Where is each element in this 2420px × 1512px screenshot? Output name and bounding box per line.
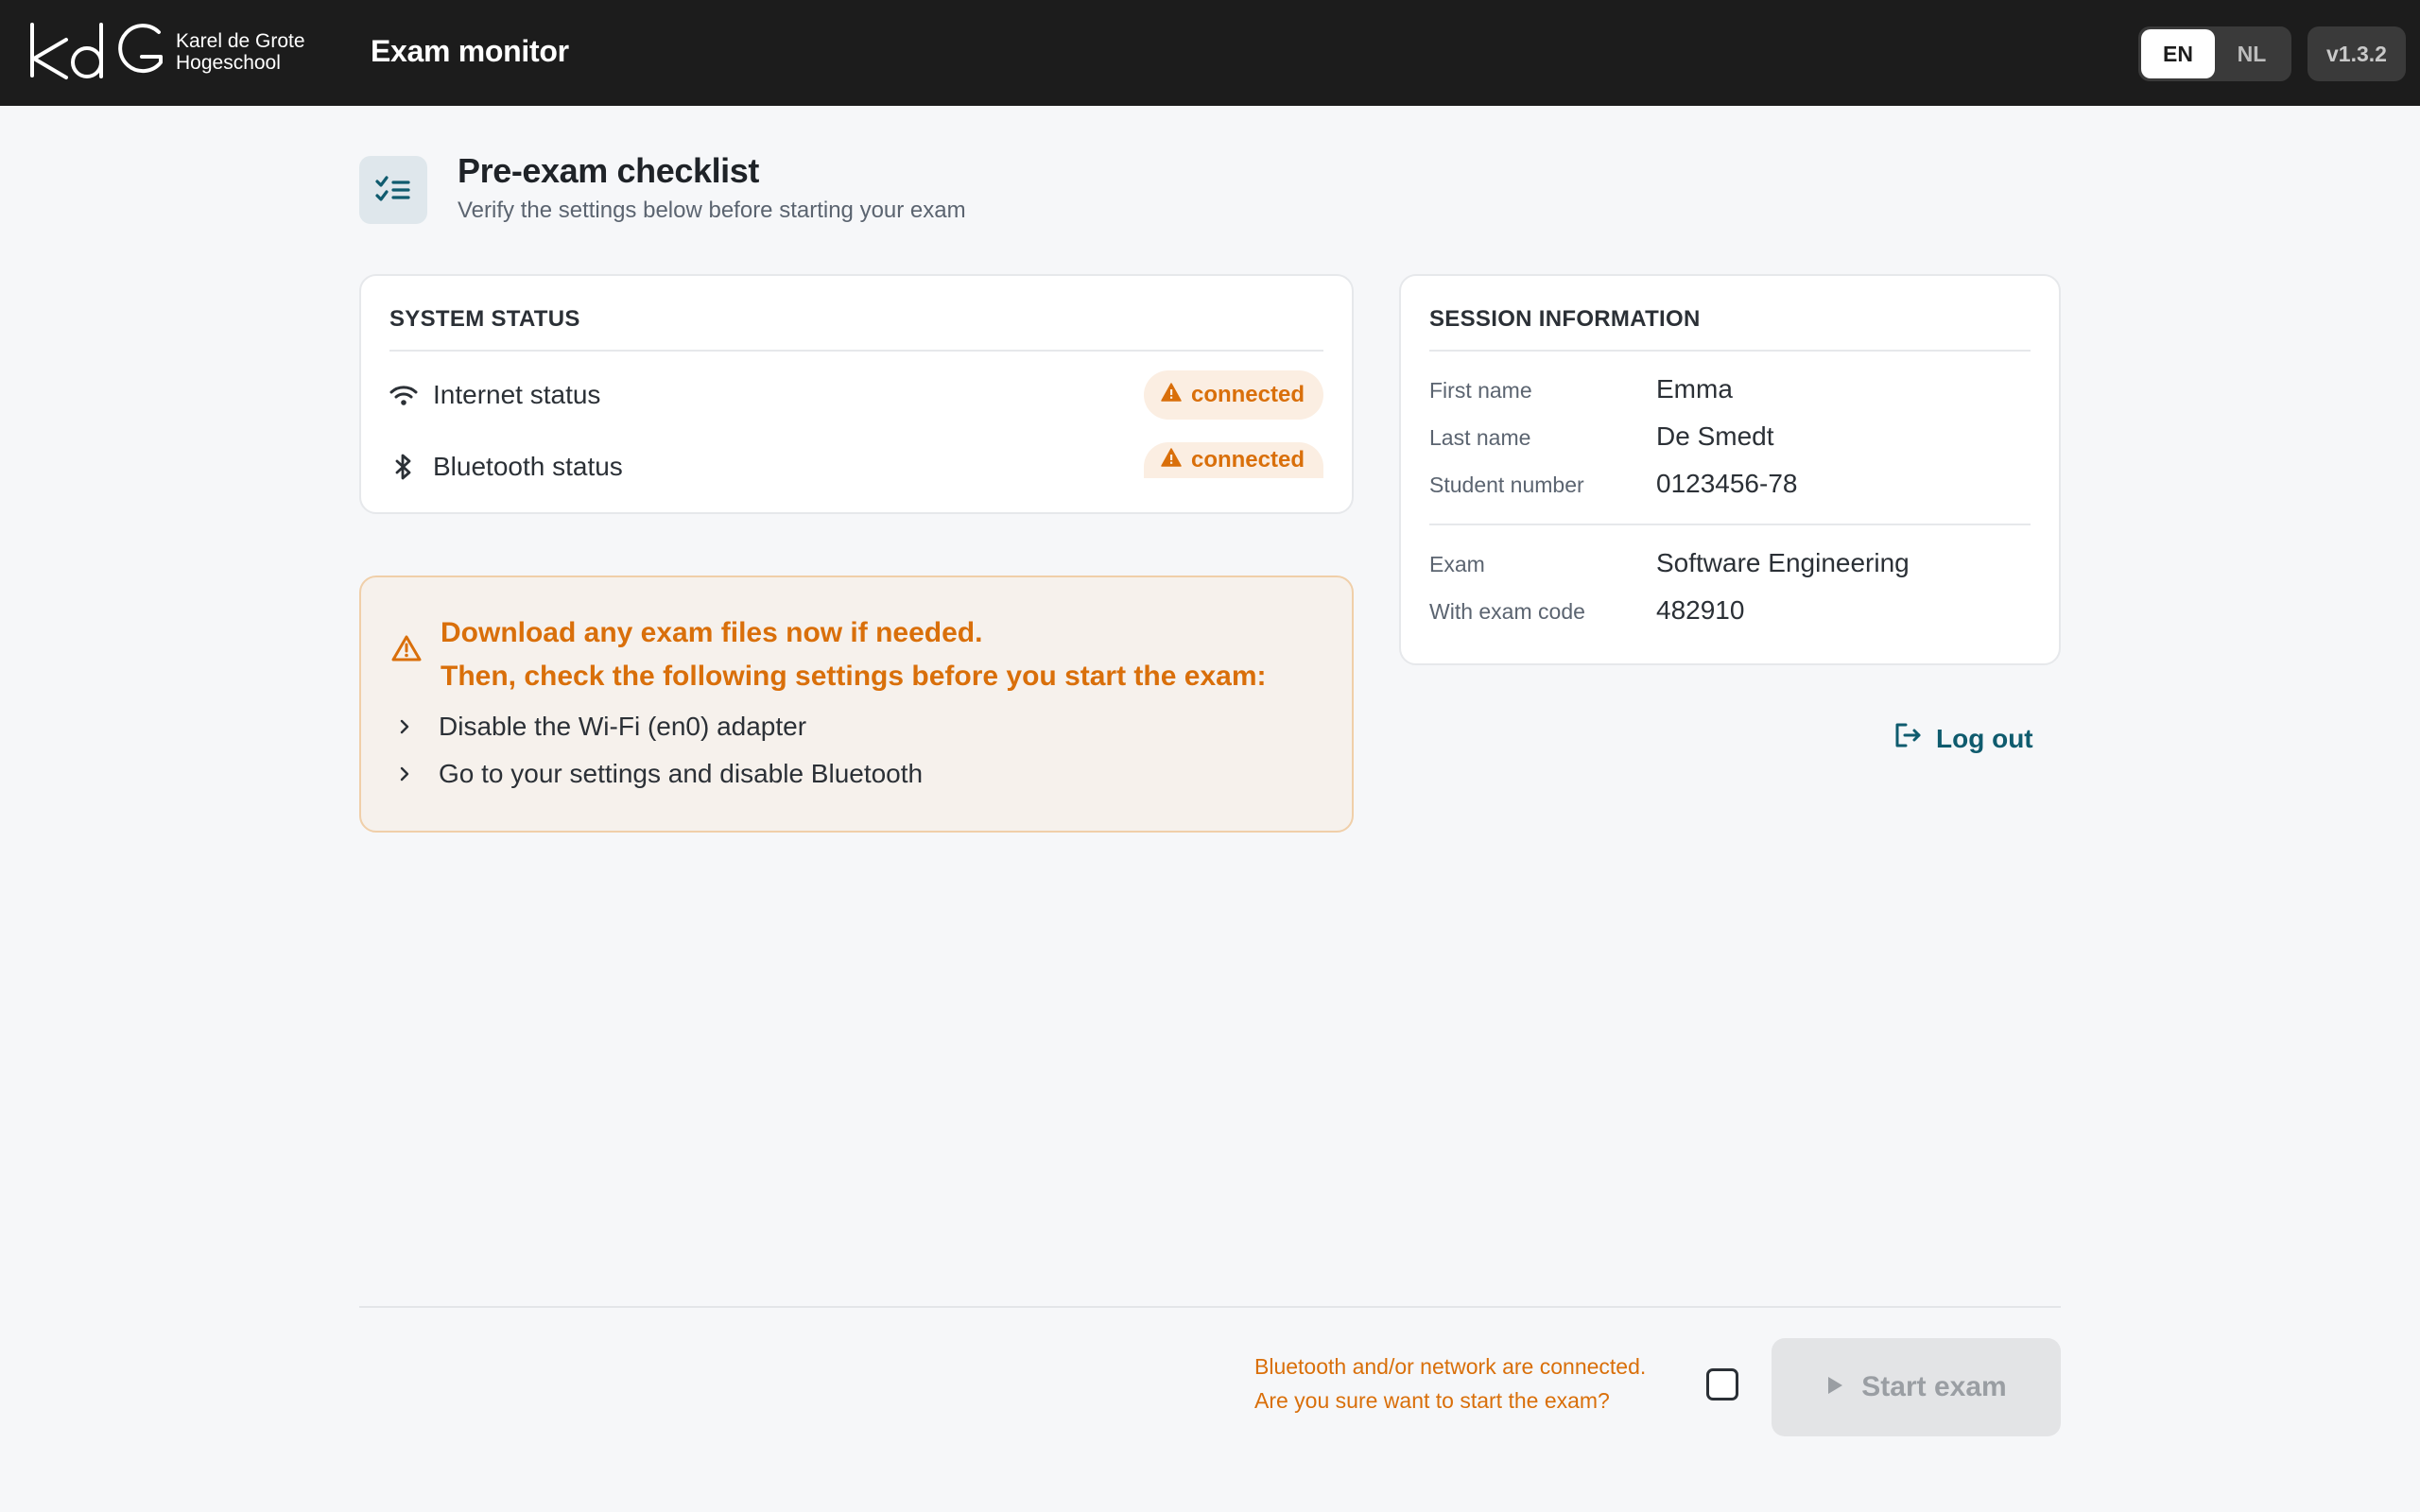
session-information-card: SESSION INFORMATION First name Emma Last… [1399, 274, 2061, 665]
warning-line-2: Then, check the following settings befor… [441, 661, 1267, 692]
start-warning-line-2: Are you sure want to start the exam? [1254, 1388, 1610, 1413]
bluetooth-status-value: connected [1190, 447, 1305, 472]
chevron-right-icon [399, 718, 418, 735]
logo-line-1: Karel de Grote [176, 30, 305, 52]
start-exam-button[interactable]: Start exam [1772, 1338, 2061, 1436]
confirm-start-checkbox[interactable] [1706, 1368, 1738, 1400]
system-status-title: SYSTEM STATUS [389, 306, 580, 332]
bluetooth-icon [389, 454, 418, 480]
internet-status-badge: connected [1143, 370, 1323, 420]
student-number-row: Student number 0123456-78 [1429, 469, 2031, 499]
chevron-right-icon [399, 765, 418, 782]
internet-status-row: Internet status connected [389, 370, 1323, 420]
warning-message: Download any exam files now if needed. T… [441, 611, 1267, 698]
version-badge: v1.3.2 [2308, 26, 2406, 81]
footer-divider [359, 1306, 2061, 1308]
logo-text: Karel de Grote Hogeschool [176, 30, 305, 74]
exam-code-value: 482910 [1656, 595, 1745, 625]
wifi-icon [389, 384, 418, 406]
system-status-card: SYSTEM STATUS Internet status connected [359, 274, 1354, 514]
warning-list-item: Disable the Wi-Fi (en0) adapter [399, 712, 806, 742]
student-number-label: Student number [1429, 472, 1584, 497]
last-name-label: Last name [1429, 425, 1531, 450]
warning-line-1: Download any exam files now if needed. [441, 617, 983, 648]
exam-value: Software Engineering [1656, 548, 1910, 577]
warning-item-text: Go to your settings and disable Bluetoot… [439, 759, 924, 788]
exam-row: Exam Software Engineering [1429, 548, 2031, 578]
play-icon [1825, 1371, 1844, 1403]
warning-item-text: Disable the Wi-Fi (en0) adapter [439, 712, 807, 741]
first-name-value: Emma [1656, 374, 1733, 404]
exam-label: Exam [1429, 552, 1485, 576]
warning-list-item: Go to your settings and disable Bluetoot… [399, 759, 923, 789]
first-name-label: First name [1429, 378, 1532, 403]
divider [1429, 524, 2031, 525]
warning-triangle-icon [391, 634, 422, 667]
logout-label: Log out [1936, 723, 2033, 753]
divider [1429, 350, 2031, 352]
exam-code-label: With exam code [1429, 599, 1585, 624]
session-information-title: SESSION INFORMATION [1429, 306, 1701, 332]
start-warning-line-1: Bluetooth and/or network are connected. [1254, 1354, 1647, 1379]
last-name-value: De Smedt [1656, 421, 1774, 451]
warning-icon [1161, 447, 1182, 473]
language-toggle: EN NL [2138, 26, 2291, 81]
page-title: Pre-exam checklist [458, 151, 759, 190]
student-number-value: 0123456-78 [1656, 469, 1798, 498]
start-warning-message: Bluetooth and/or network are connected. … [1254, 1349, 1646, 1418]
divider [389, 350, 1323, 352]
internet-status-label: Internet status [433, 380, 601, 409]
bluetooth-status-badge: connected [1143, 442, 1323, 478]
checklist-icon [359, 156, 427, 224]
logo-line-2: Hogeschool [176, 52, 281, 74]
page-subtitle: Verify the settings below before startin… [458, 198, 966, 223]
exam-settings-warning: Download any exam files now if needed. T… [359, 576, 1354, 833]
bluetooth-status-label: Bluetooth status [433, 452, 623, 481]
bluetooth-status-row: Bluetooth status connected [389, 442, 1323, 491]
last-name-row: Last name De Smedt [1429, 421, 2031, 452]
language-nl-button[interactable]: NL [2215, 29, 2289, 78]
warning-icon [1161, 382, 1182, 408]
first-name-row: First name Emma [1429, 374, 2031, 404]
start-exam-label: Start exam [1861, 1371, 2007, 1402]
top-bar: Karel de Grote Hogeschool Exam monitor E… [0, 0, 2420, 106]
app-title: Exam monitor [371, 34, 569, 68]
exam-code-row: With exam code 482910 [1429, 595, 2031, 626]
kdg-logo-mark [30, 23, 163, 79]
kdg-logo: Karel de Grote Hogeschool [28, 21, 305, 83]
logout-button[interactable]: Log out [1894, 722, 2033, 755]
language-en-button[interactable]: EN [2141, 29, 2215, 78]
logout-icon [1894, 722, 1923, 755]
internet-status-value: connected [1190, 382, 1305, 407]
